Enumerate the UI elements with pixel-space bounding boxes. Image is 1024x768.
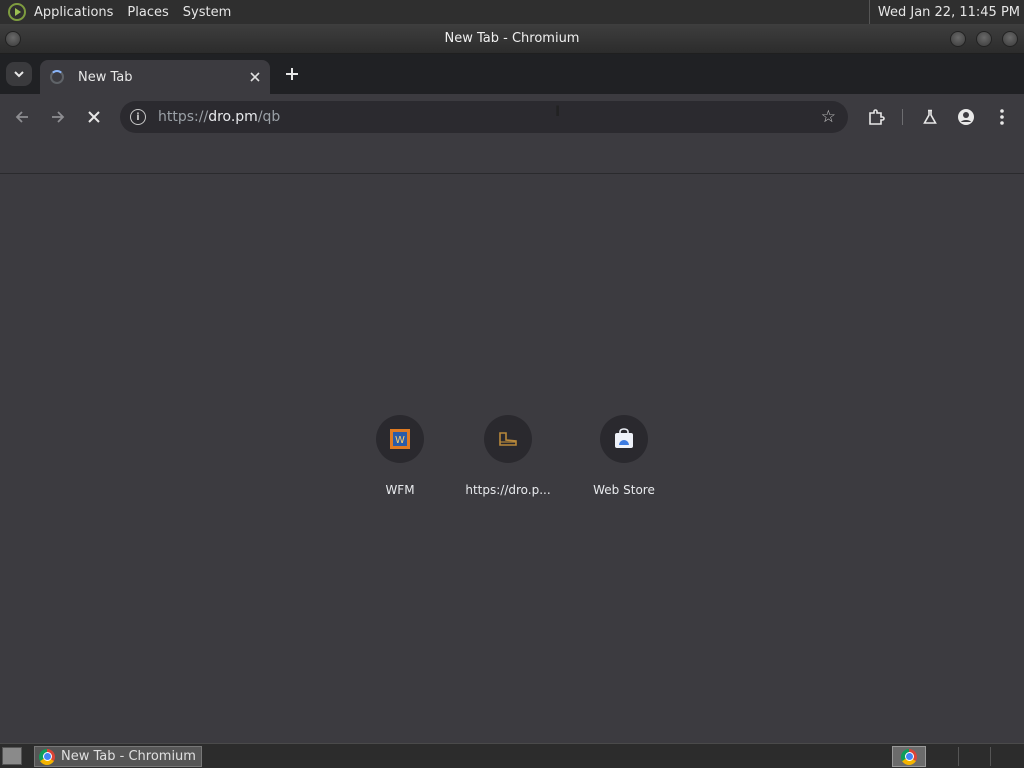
forward-button[interactable] xyxy=(46,105,70,129)
shortcut-icon-circle xyxy=(600,415,648,463)
tab-title: New Tab xyxy=(78,69,133,85)
menu-places[interactable]: Places xyxy=(127,5,168,20)
bookmarks-bar xyxy=(0,140,1024,174)
puzzle-icon xyxy=(869,109,885,125)
loading-spinner-icon xyxy=(50,70,64,84)
maximize-button[interactable] xyxy=(976,31,992,47)
menu-system[interactable]: System xyxy=(183,5,231,20)
stop-loading-button[interactable] xyxy=(82,105,106,129)
more-menu-button[interactable] xyxy=(990,105,1014,129)
window-menu-icon[interactable] xyxy=(5,31,21,47)
task-label: New Tab - Chromium xyxy=(61,749,196,764)
arrow-right-icon xyxy=(52,111,65,123)
url-scheme: https:// xyxy=(158,109,209,125)
arrow-left-icon xyxy=(15,111,28,123)
new-tab-page: W WFM https://dro.p... Web Store xyxy=(0,175,1024,743)
back-button[interactable] xyxy=(10,105,34,129)
toolbar-divider xyxy=(902,109,903,125)
boot-favicon-icon xyxy=(499,432,517,446)
url-host: dro.pm xyxy=(208,109,258,125)
shortcut-tile[interactable]: https://dro.p... xyxy=(452,415,564,497)
flask-icon xyxy=(923,109,937,124)
system-taskbar: New Tab - Chromium xyxy=(0,743,1024,768)
tab-strip: New Tab xyxy=(0,54,1024,94)
chevron-down-icon xyxy=(14,71,24,78)
new-tab-button[interactable] xyxy=(282,64,302,84)
url-text[interactable]: https://dro.pm/qb xyxy=(158,109,280,125)
web-store-icon xyxy=(615,428,633,448)
window-title: New Tab - Chromium xyxy=(444,31,580,46)
tab-new-tab[interactable]: New Tab xyxy=(40,60,270,94)
workspace-divider xyxy=(990,747,991,766)
close-icon xyxy=(88,111,100,123)
close-tab-button[interactable] xyxy=(246,68,264,86)
site-info-icon[interactable]: i xyxy=(130,109,146,125)
shortcut-label: WFM xyxy=(385,483,415,497)
taskbar-task-chromium[interactable]: New Tab - Chromium xyxy=(34,746,202,767)
shortcut-label: https://dro.p... xyxy=(465,483,551,497)
wfm-favicon-icon: W xyxy=(390,429,410,449)
bookmark-star-icon[interactable]: ☆ xyxy=(821,107,836,127)
close-window-button[interactable] xyxy=(1002,31,1018,47)
workspace-divider xyxy=(958,747,959,766)
labs-button[interactable] xyxy=(918,105,942,129)
distro-logo-icon[interactable] xyxy=(8,3,26,21)
address-bar[interactable]: i https://dro.pm/qb ☆ xyxy=(120,101,848,133)
url-path: /qb xyxy=(257,109,281,125)
person-icon xyxy=(958,109,974,125)
chromium-icon xyxy=(39,748,55,765)
shortcut-icon-circle xyxy=(484,415,532,463)
browser-toolbar: i https://dro.pm/qb ☆ xyxy=(0,94,1024,140)
system-menu-bar: Applications Places System xyxy=(0,0,245,24)
kebab-menu-icon xyxy=(1000,109,1004,125)
plus-icon xyxy=(286,68,298,80)
shortcut-icon-circle: W xyxy=(376,415,424,463)
show-desktop-icon[interactable] xyxy=(2,747,22,765)
tab-search-button[interactable] xyxy=(6,62,32,86)
workspace-switcher[interactable] xyxy=(892,746,926,767)
close-icon xyxy=(250,72,260,82)
chromium-icon xyxy=(901,748,917,765)
system-top-panel: Applications Places System Wed Jan 22, 1… xyxy=(0,0,1024,24)
profile-button[interactable] xyxy=(954,105,978,129)
shortcut-label: Web Store xyxy=(593,483,655,497)
svg-text:W: W xyxy=(395,435,405,446)
shortcut-tile[interactable]: Web Store xyxy=(568,415,680,497)
minimize-button[interactable] xyxy=(950,31,966,47)
shortcut-tile[interactable]: W WFM xyxy=(344,415,456,497)
clock[interactable]: Wed Jan 22, 11:45 PM xyxy=(868,0,1020,24)
menu-applications[interactable]: Applications xyxy=(34,5,113,20)
text-cursor-icon: I xyxy=(555,104,561,120)
extensions-button[interactable] xyxy=(864,105,888,129)
window-titlebar[interactable]: New Tab - Chromium xyxy=(0,24,1024,54)
